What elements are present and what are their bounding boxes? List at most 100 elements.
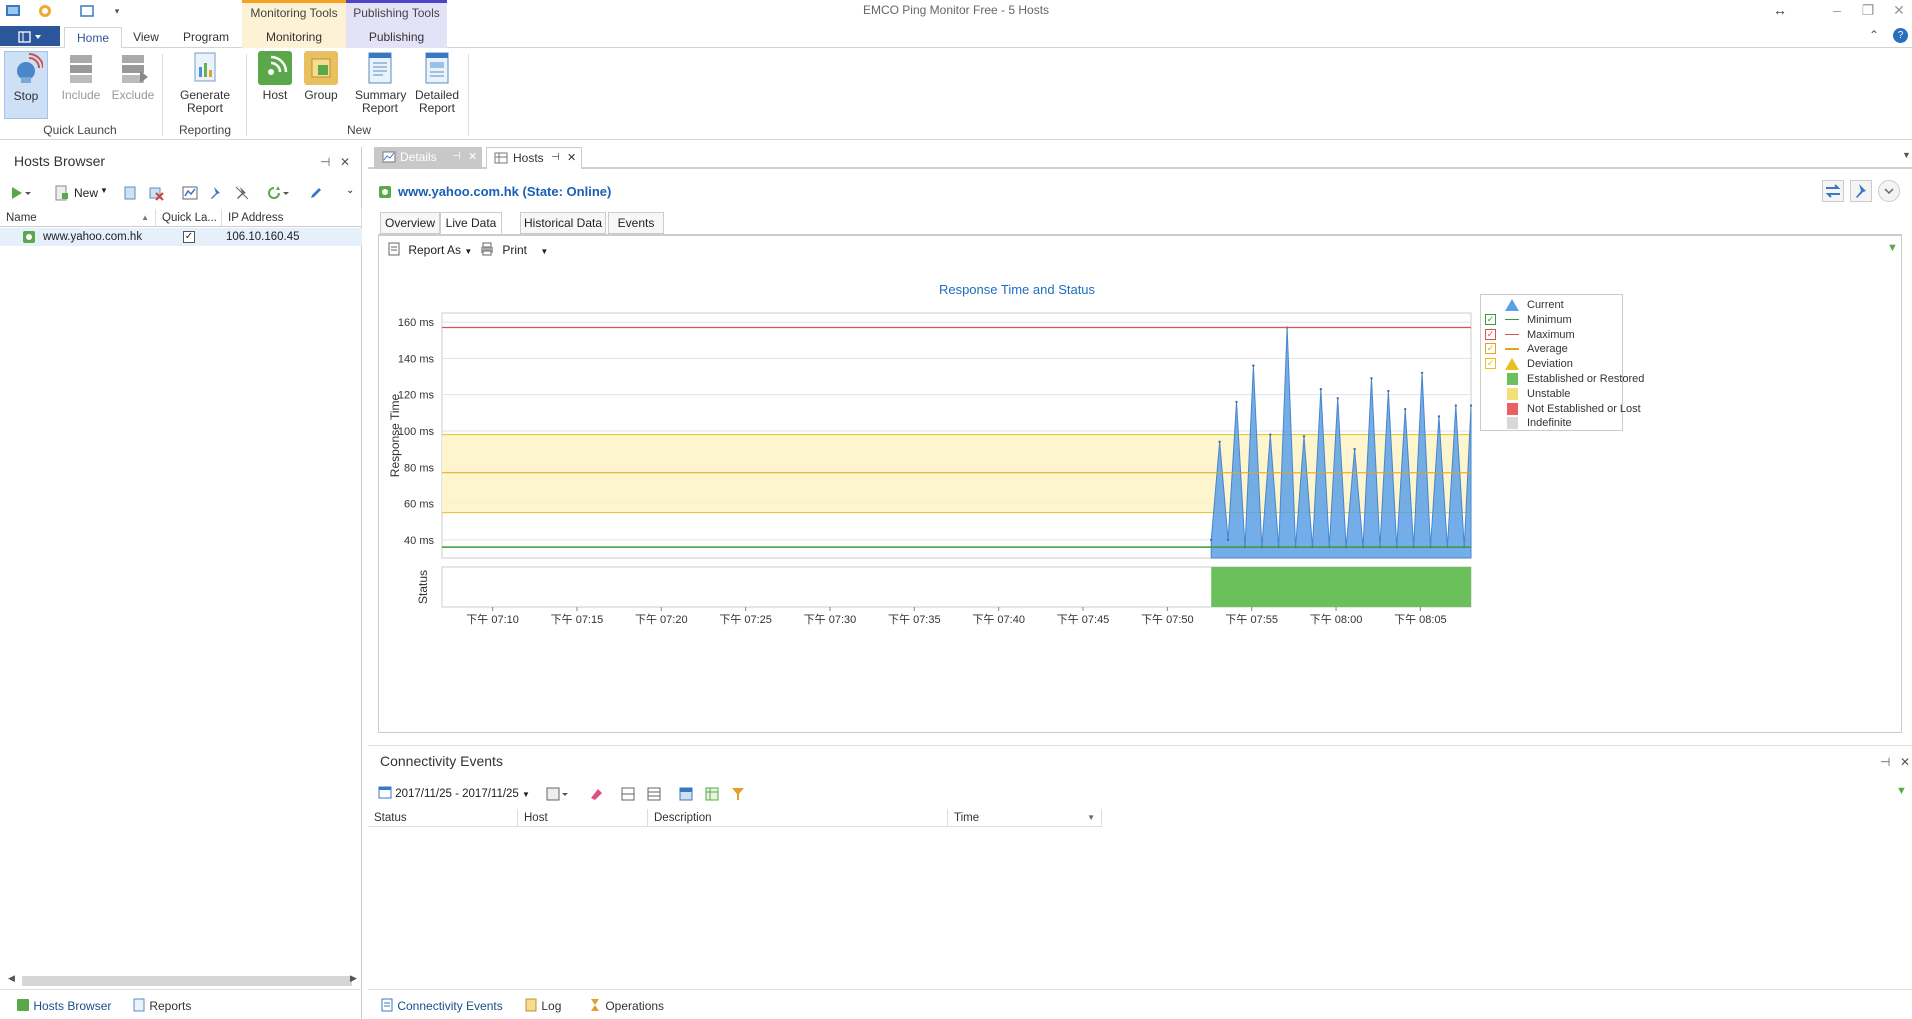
scrollbar-thumb[interactable]: [22, 976, 352, 986]
filter-expand-icon[interactable]: ▼: [1887, 242, 1898, 254]
delete-icon[interactable]: [148, 185, 166, 201]
group-panel-icon[interactable]: [678, 786, 696, 802]
clear-events-icon[interactable]: [588, 786, 606, 802]
pin-view-button[interactable]: [1850, 180, 1872, 202]
print-button[interactable]: Print ▼: [479, 242, 548, 257]
tab-hosts-browser[interactable]: Hosts Browser: [16, 998, 111, 1013]
tab-reports[interactable]: Reports: [132, 998, 191, 1013]
new-host-button[interactable]: Host: [256, 51, 294, 102]
column-time[interactable]: Time ▼: [948, 809, 1102, 827]
group-icon: [304, 51, 338, 85]
swap-icon: [1825, 184, 1841, 198]
legend-checkbox[interactable]: ✓: [1485, 328, 1496, 340]
scroll-left-icon[interactable]: ◀: [8, 973, 15, 984]
edit-icon[interactable]: [308, 185, 326, 201]
legend-swatch: [1505, 318, 1519, 321]
tab-monitoring[interactable]: Monitoring: [242, 27, 346, 49]
minimize-button[interactable]: –: [1827, 2, 1847, 20]
column-name[interactable]: Name ▲: [0, 209, 156, 227]
column-description[interactable]: Description: [648, 809, 948, 827]
legend-item[interactable]: ✓ Maximum: [1481, 328, 1621, 342]
export-icon[interactable]: [546, 786, 570, 802]
host-online-icon: [23, 231, 35, 243]
tab-details[interactable]: Details ⊣ ✕: [374, 147, 482, 169]
column-host[interactable]: Host: [518, 809, 648, 827]
new-group-button[interactable]: Group: [300, 51, 342, 102]
report-as-button[interactable]: Report As ▼: [387, 242, 472, 257]
tab-home[interactable]: Home: [64, 27, 122, 49]
tab-details-close-icon[interactable]: ✕: [468, 147, 477, 167]
chart-view-icon[interactable]: [182, 185, 200, 201]
tab-hosts[interactable]: Hosts ⊣ ✕: [486, 147, 582, 169]
refresh-icon[interactable]: [266, 185, 290, 201]
tab-publishing[interactable]: Publishing: [346, 27, 447, 49]
tab-connectivity-events[interactable]: Connectivity Events: [380, 998, 503, 1013]
tab-view[interactable]: View: [126, 27, 166, 49]
tab-details-pin-icon[interactable]: ⊣: [452, 147, 461, 167]
new-dropdown-button[interactable]: New ▼: [54, 185, 108, 201]
start-monitoring-icon[interactable]: [10, 185, 31, 201]
tab-hosts-close-icon[interactable]: ✕: [567, 148, 576, 168]
expand-rows-icon[interactable]: [646, 786, 664, 802]
detailed-report-button[interactable]: Detailed Report: [412, 51, 462, 115]
column-ip-address[interactable]: IP Address: [222, 209, 362, 227]
legend-item[interactable]: ✓ Deviation: [1481, 357, 1621, 371]
host-icon: [258, 51, 292, 85]
include-button[interactable]: Include: [56, 51, 106, 102]
host-row[interactable]: www.yahoo.com.hk ✓ 106.10.160.45: [0, 228, 362, 246]
toolbar-overflow-icon[interactable]: ⌄: [346, 185, 364, 201]
scroll-right-icon[interactable]: ▶: [350, 973, 357, 984]
legend-checkbox[interactable]: ✓: [1485, 343, 1496, 355]
legend-checkbox[interactable]: ✓: [1485, 313, 1496, 325]
help-icon[interactable]: ?: [1893, 28, 1908, 43]
pin-icon[interactable]: ⊣: [320, 155, 330, 169]
unpin-host-icon[interactable]: [234, 185, 252, 201]
tab-hosts-browser-label: Hosts Browser: [33, 999, 112, 1013]
generate-report-button[interactable]: Generate Report: [172, 51, 238, 115]
events-filter-expand-icon[interactable]: ▼: [1896, 785, 1907, 797]
legend-checkbox[interactable]: ✓: [1485, 358, 1496, 370]
group-label: Group: [304, 88, 338, 102]
properties-icon[interactable]: [122, 185, 140, 201]
tab-operations[interactable]: Operations: [588, 998, 664, 1013]
close-panel-icon[interactable]: ✕: [340, 155, 350, 169]
live-data-chart-panel: Report As ▼ Print ▼ ▼ Response Time and …: [378, 235, 1902, 733]
exclude-button[interactable]: Exclude: [108, 51, 158, 102]
swap-view-button[interactable]: [1822, 180, 1844, 202]
collapse-ribbon-icon[interactable]: ⌃: [1869, 28, 1879, 42]
stop-button[interactable]: Stop: [4, 51, 48, 119]
horizontal-scrollbar[interactable]: ◀ ▶: [8, 973, 358, 987]
column-chooser-icon[interactable]: [704, 786, 722, 802]
tab-program[interactable]: Program: [178, 27, 234, 49]
tab-hosts-pin-icon[interactable]: ⊣: [551, 148, 560, 168]
legend-swatch: [1507, 417, 1518, 430]
tab-list-dropdown-icon[interactable]: ▼: [1902, 150, 1911, 160]
host-label: Host: [262, 88, 288, 102]
legend-item[interactable]: ✓ Minimum: [1481, 313, 1621, 327]
subtab-events[interactable]: Events: [608, 212, 664, 234]
events-pin-icon[interactable]: ⊣: [1880, 755, 1890, 769]
time-filter-dropdown-icon[interactable]: ▼: [1087, 809, 1095, 827]
summary-report-button[interactable]: Summary Report: [352, 51, 408, 115]
close-window-button[interactable]: ✕: [1889, 2, 1909, 20]
column-quick-launch[interactable]: Quick La...: [156, 209, 222, 227]
legend-item: Unstable: [1481, 387, 1621, 401]
resize-icon[interactable]: ↔: [1770, 2, 1790, 20]
subtab-historical-data[interactable]: Historical Data: [520, 212, 606, 234]
restore-button[interactable]: ❐: [1858, 2, 1878, 20]
file-menu-button[interactable]: [0, 26, 60, 46]
legend-item[interactable]: ✓ Average: [1481, 342, 1621, 356]
events-close-icon[interactable]: ✕: [1900, 755, 1910, 769]
date-range-picker[interactable]: 2017/11/25 - 2017/11/25 ▼: [378, 785, 530, 803]
subtab-live-data[interactable]: Live Data: [440, 212, 502, 234]
expand-options-button[interactable]: [1878, 180, 1900, 202]
column-status[interactable]: Status: [368, 809, 518, 827]
subtab-overview[interactable]: Overview: [380, 212, 440, 234]
collapse-rows-icon[interactable]: [620, 786, 638, 802]
y-tick-label: 60 ms: [404, 499, 434, 511]
pin-host-icon[interactable]: [208, 185, 226, 201]
tab-log[interactable]: Log: [524, 998, 561, 1013]
y-tick-label: 140 ms: [398, 353, 435, 365]
quick-launch-checkbox[interactable]: ✓: [183, 231, 195, 243]
filter-icon[interactable]: [730, 786, 748, 802]
